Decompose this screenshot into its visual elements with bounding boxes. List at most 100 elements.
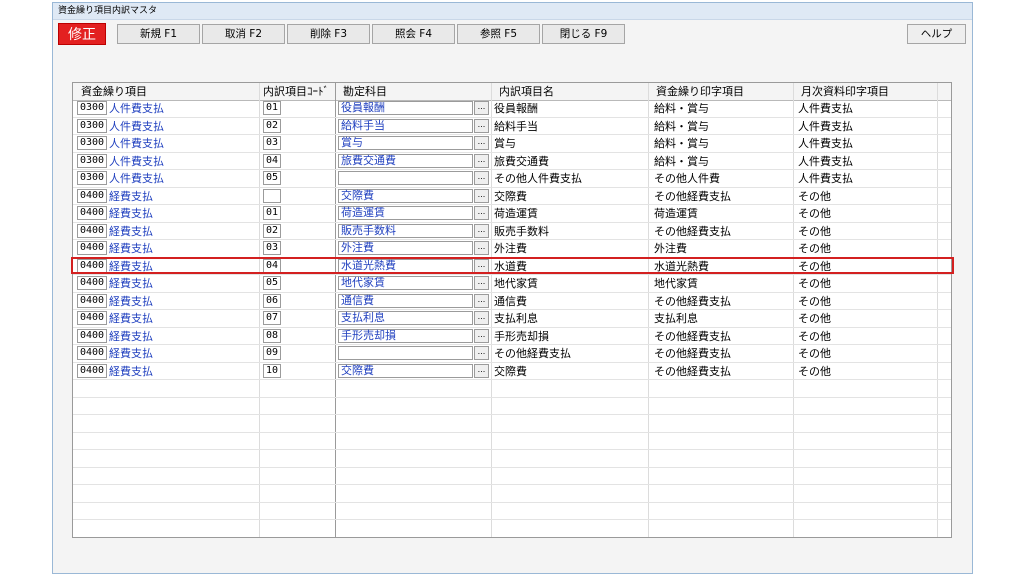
funding-item-name[interactable]: 人件費支払 — [109, 153, 164, 170]
account-field[interactable]: 荷造運賃 — [338, 206, 473, 220]
funding-item-name[interactable]: 人件費支払 — [109, 100, 164, 117]
monthly-item-cell[interactable]: その他 — [798, 223, 831, 240]
print-item-cell[interactable]: 地代家賃 — [654, 275, 698, 292]
cancel-button[interactable]: 取消 F2 — [202, 24, 285, 44]
account-lookup-button[interactable]: ... — [474, 136, 489, 150]
monthly-item-cell[interactable]: その他 — [798, 345, 831, 362]
table-row[interactable]: 0400 経費支払 02 販売手数料... 販売手数料 その他経費支払 その他 — [73, 223, 951, 240]
monthly-item-cell[interactable]: 人件費支払 — [798, 153, 853, 170]
item-code-field[interactable]: 0400 — [77, 363, 107, 378]
funding-item-name[interactable]: 人件費支払 — [109, 118, 164, 135]
item-name-cell[interactable]: その他経費支払 — [494, 345, 571, 362]
monthly-item-cell[interactable]: その他 — [798, 188, 831, 205]
item-code-field[interactable]: 0400 — [77, 311, 107, 325]
funding-item-name[interactable]: 経費支払 — [109, 345, 153, 362]
item-name-cell[interactable]: 支払利息 — [494, 310, 538, 327]
account-lookup-button[interactable]: ... — [474, 153, 489, 168]
table-row[interactable] — [73, 450, 951, 468]
print-item-cell[interactable]: その他経費支払 — [654, 223, 731, 240]
item-code-field[interactable]: 0400 — [77, 293, 107, 308]
funding-item-name[interactable]: 人件費支払 — [109, 135, 164, 152]
print-item-cell[interactable]: その他経費支払 — [654, 345, 731, 362]
account-field[interactable] — [338, 171, 473, 185]
sub-code-field[interactable]: 06 — [263, 293, 281, 308]
item-name-cell[interactable]: 通信費 — [494, 293, 527, 310]
item-code-field[interactable]: 0400 — [77, 328, 107, 343]
monthly-item-cell[interactable]: その他 — [798, 310, 831, 327]
account-field[interactable]: 外注費 — [338, 241, 473, 255]
table-row[interactable]: 0400 経費支払 08 手形売却損... 手形売却損 その他経費支払 その他 — [73, 328, 951, 345]
table-row[interactable] — [73, 380, 951, 398]
delete-button[interactable]: 削除 F3 — [287, 24, 370, 44]
funding-item-name[interactable]: 経費支払 — [109, 275, 153, 292]
item-name-cell[interactable]: 販売手数料 — [494, 223, 549, 240]
table-row[interactable] — [73, 415, 951, 433]
sub-code-field[interactable] — [263, 188, 281, 203]
item-code-field[interactable]: 0300 — [77, 136, 107, 150]
item-code-field[interactable]: 0400 — [77, 188, 107, 203]
account-lookup-button[interactable]: ... — [474, 171, 489, 185]
help-button[interactable]: ヘルプ — [907, 24, 966, 44]
table-row[interactable]: 0300 人件費支払 03 賞与... 賞与 給料・賞与 人件費支払 — [73, 135, 951, 153]
item-code-field[interactable]: 0400 — [77, 276, 107, 290]
reference-button[interactable]: 参照 F5 — [457, 24, 540, 44]
account-field[interactable]: 給料手当 — [338, 118, 473, 133]
table-row[interactable] — [73, 468, 951, 485]
table-row[interactable]: 0400 経費支払 10 交際費... 交際費 その他経費支払 その他 — [73, 363, 951, 380]
account-field[interactable]: 役員報酬 — [338, 101, 473, 115]
monthly-item-cell[interactable]: その他 — [798, 240, 831, 257]
account-lookup-button[interactable]: ... — [474, 346, 489, 360]
item-code-field[interactable]: 0300 — [77, 118, 107, 133]
account-field[interactable]: 地代家賃 — [338, 276, 473, 290]
table-row[interactable] — [73, 398, 951, 415]
close-button[interactable]: 閉じる F9 — [542, 24, 625, 44]
monthly-item-cell[interactable]: 人件費支払 — [798, 135, 853, 152]
funding-item-name[interactable]: 経費支払 — [109, 363, 153, 380]
account-lookup-button[interactable]: ... — [474, 206, 489, 220]
print-item-cell[interactable]: その他経費支払 — [654, 293, 731, 310]
account-field[interactable]: 賞与 — [338, 136, 473, 150]
table-row[interactable]: 0300 人件費支払 01 役員報酬... 役員報酬 給料・賞与 人件費支払 — [73, 100, 951, 118]
funding-item-name[interactable]: 経費支払 — [109, 240, 153, 257]
table-row[interactable] — [73, 485, 951, 503]
item-name-cell[interactable]: 手形売却損 — [494, 328, 549, 345]
item-name-cell[interactable]: 地代家賃 — [494, 275, 538, 292]
monthly-item-cell[interactable]: その他 — [798, 205, 831, 222]
sub-code-field[interactable]: 02 — [263, 223, 281, 238]
print-item-cell[interactable]: 荷造運賃 — [654, 205, 698, 222]
table-row[interactable]: 0400 経費支払 07 支払利息... 支払利息 支払利息 その他 — [73, 310, 951, 328]
item-code-field[interactable]: 0400 — [77, 206, 107, 220]
item-name-cell[interactable]: その他人件費支払 — [494, 170, 582, 187]
monthly-item-cell[interactable]: その他 — [798, 328, 831, 345]
sub-code-field[interactable]: 03 — [263, 136, 281, 150]
account-lookup-button[interactable]: ... — [474, 293, 489, 308]
account-lookup-button[interactable]: ... — [474, 101, 489, 115]
print-item-cell[interactable]: 給料・賞与 — [654, 153, 709, 170]
account-field[interactable]: 交際費 — [338, 363, 473, 378]
account-lookup-button[interactable]: ... — [474, 223, 489, 238]
item-name-cell[interactable]: 外注費 — [494, 240, 527, 257]
table-row[interactable]: 0300 人件費支払 04 旅費交通費... 旅費交通費 給料・賞与 人件費支払 — [73, 153, 951, 170]
table-row[interactable]: 0400 経費支払 01 荷造運賃... 荷造運賃 荷造運賃 その他 — [73, 205, 951, 223]
monthly-item-cell[interactable]: 人件費支払 — [798, 118, 853, 135]
item-name-cell[interactable]: 荷造運賃 — [494, 205, 538, 222]
item-code-field[interactable]: 0300 — [77, 171, 107, 185]
print-item-cell[interactable]: その他経費支払 — [654, 188, 731, 205]
table-row[interactable]: 0300 人件費支払 05... その他人件費支払 その他人件費 人件費支払 — [73, 170, 951, 188]
item-name-cell[interactable]: 交際費 — [494, 363, 527, 380]
item-code-field[interactable]: 0300 — [77, 153, 107, 168]
account-field[interactable]: 支払利息 — [338, 311, 473, 325]
monthly-item-cell[interactable]: 人件費支払 — [798, 100, 853, 117]
sub-code-field[interactable]: 05 — [263, 171, 281, 185]
sub-code-field[interactable]: 08 — [263, 328, 281, 343]
table-row[interactable] — [73, 433, 951, 450]
account-field[interactable]: 旅費交通費 — [338, 153, 473, 168]
sub-code-field[interactable]: 05 — [263, 276, 281, 290]
sub-code-field[interactable]: 09 — [263, 346, 281, 360]
print-item-cell[interactable]: その他人件費 — [654, 170, 720, 187]
table-row[interactable] — [73, 520, 951, 537]
item-name-cell[interactable]: 給料手当 — [494, 118, 538, 135]
sub-code-field[interactable]: 03 — [263, 241, 281, 255]
sub-code-field[interactable]: 04 — [263, 153, 281, 168]
account-lookup-button[interactable]: ... — [474, 118, 489, 133]
